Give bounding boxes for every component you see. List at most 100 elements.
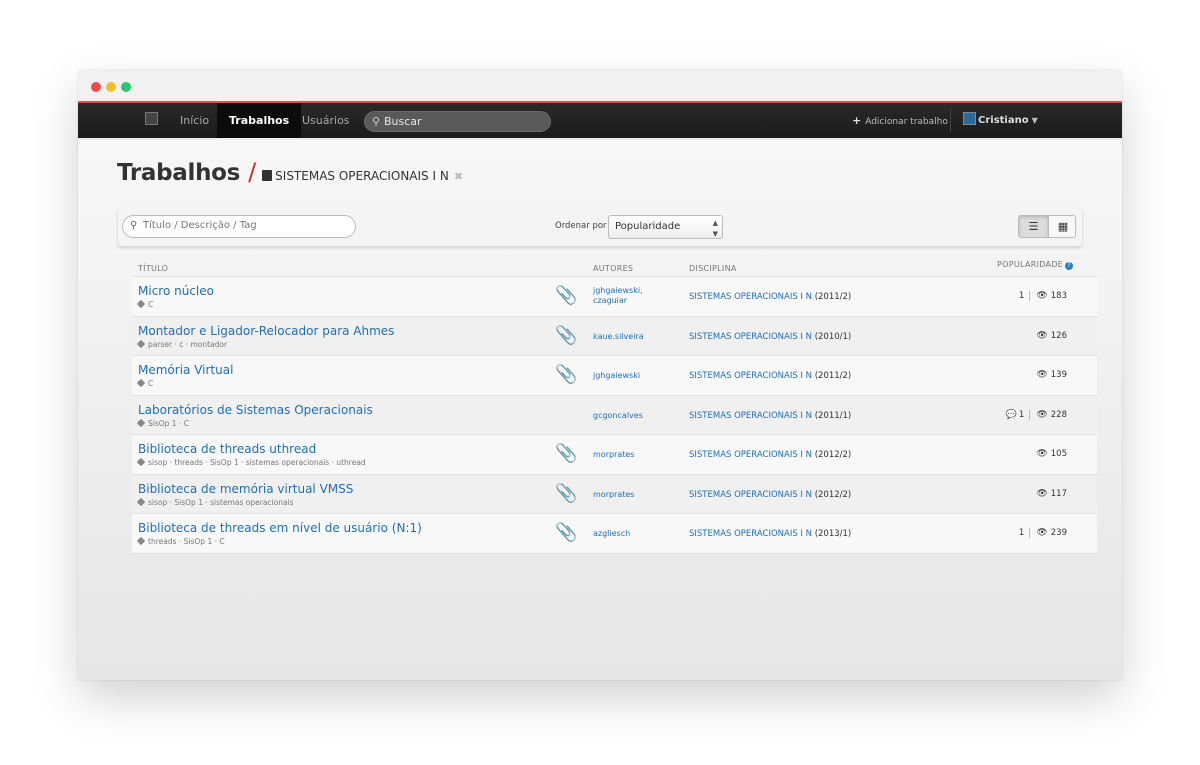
work-title-link[interactable]: Memória Virtual xyxy=(138,363,233,377)
work-discipline: SISTEMAS OPERACIONAIS I N (2012/2) xyxy=(689,490,851,500)
table-row[interactable]: Biblioteca de threads uthread sisop · thr… xyxy=(132,435,1097,475)
plus-icon: + xyxy=(852,114,862,127)
column-header-title[interactable]: TÍTULO xyxy=(138,264,168,273)
work-authors: kaue.silveira xyxy=(593,332,644,342)
work-popularity: 👁 139 xyxy=(1036,370,1067,380)
discipline-link[interactable]: SISTEMAS OPERACIONAIS I N xyxy=(689,371,812,381)
grid-view-icon[interactable]: ▦ xyxy=(1048,216,1075,237)
work-authors: morprates xyxy=(593,450,634,460)
view-toggle: ☰ ▦ xyxy=(1018,215,1076,238)
work-tags: sisop · SisOp 1 · sistemas operacionais xyxy=(136,497,294,507)
nav-item-trabalhos[interactable]: Trabalhos xyxy=(217,103,302,138)
view-count: 239 xyxy=(1050,528,1067,538)
work-tags-text[interactable]: threads · SisOp 1 · C xyxy=(148,537,225,546)
comment-icon: 💬 xyxy=(1005,409,1017,420)
eye-icon: 👁 xyxy=(1036,409,1048,420)
paperclip-icon: 📎 xyxy=(555,482,578,504)
remove-filter-icon[interactable]: ✖ xyxy=(454,170,463,183)
works-search-input[interactable] xyxy=(143,220,348,231)
table-row[interactable]: Biblioteca de threads em nível de usuári… xyxy=(132,514,1097,554)
work-tags-text[interactable]: sisop · SisOp 1 · sistemas operacionais xyxy=(148,498,294,507)
eye-icon: 👁 xyxy=(1036,370,1048,380)
nav-item-inicio[interactable]: Início xyxy=(168,103,221,138)
paperclip-icon: 📎 xyxy=(555,522,578,543)
order-select[interactable]: Popularidade ▲ ▼ xyxy=(608,215,723,239)
work-popularity: 1 👁 239 xyxy=(1019,528,1067,538)
author-link[interactable]: gcgoncalves xyxy=(593,411,643,420)
discipline-term: (2011/1) xyxy=(814,410,852,421)
discipline-link[interactable]: SISTEMAS OPERACIONAIS I N xyxy=(689,332,812,342)
user-name: Cristiano xyxy=(978,115,1029,126)
works-search-box[interactable]: ⚲ xyxy=(122,215,356,238)
work-discipline: SISTEMAS OPERACIONAIS I N (2012/2) xyxy=(689,450,851,460)
work-tags-text[interactable]: parser · c · montador xyxy=(148,340,227,349)
work-discipline: SISTEMAS OPERACIONAIS I N (2010/1) xyxy=(689,332,851,342)
discipline-link[interactable]: SISTEMAS OPERACIONAIS I N xyxy=(689,450,812,460)
main-content: Trabalhos / SISTEMAS OPERACIONAIS I N ✖ ⚲ O… xyxy=(78,140,1122,680)
discipline-term: (2012/2) xyxy=(814,489,852,500)
order-select-value: Popularidade xyxy=(615,221,681,232)
discipline-link[interactable]: SISTEMAS OPERACIONAIS I N xyxy=(689,529,812,539)
author-link[interactable]: czaguiar xyxy=(593,296,627,305)
work-discipline: SISTEMAS OPERACIONAIS I N (2013/1) xyxy=(689,529,851,539)
user-menu[interactable]: Cristiano ▼ xyxy=(963,103,1038,138)
work-title-link[interactable]: Biblioteca de threads em nível de usuári… xyxy=(138,521,422,535)
author-link[interactable]: morprates xyxy=(593,490,634,499)
nav-search-input[interactable] xyxy=(384,114,544,129)
work-tags-text[interactable]: sisop · threads · SisOp 1 · sistemas ope… xyxy=(148,458,366,467)
nav-item-usuarios[interactable]: Usuários xyxy=(290,103,362,138)
work-popularity: 👁 117 xyxy=(1036,489,1067,499)
tag-icon xyxy=(136,536,146,546)
paperclip-icon: 📎 xyxy=(555,285,578,306)
work-title-link[interactable]: Laboratórios de Sistemas Operacionais xyxy=(138,403,373,417)
nav-search-box[interactable]: ⚲ xyxy=(364,111,551,132)
eye-icon: 👁 xyxy=(1036,291,1048,301)
book-icon xyxy=(262,170,273,181)
discipline-link[interactable]: SISTEMAS OPERACIONAIS I N xyxy=(689,411,812,421)
works-table: TÍTULO AUTORES DISCIPLINA POPULARIDADE? … xyxy=(132,260,1097,554)
work-title-link[interactable]: Micro núcleo xyxy=(138,284,214,298)
list-view-icon[interactable]: ☰ xyxy=(1019,216,1048,237)
table-row[interactable]: Biblioteca de memória virtual VMSS sisop … xyxy=(132,474,1097,514)
add-work-button[interactable]: + Adicionar trabalho xyxy=(852,103,948,138)
close-window-button[interactable] xyxy=(91,82,101,92)
work-discipline: SISTEMAS OPERACIONAIS I N (2011/1) xyxy=(689,411,851,421)
table-row[interactable]: Laboratórios de Sistemas Operacionais Sis… xyxy=(132,395,1097,435)
tag-icon xyxy=(136,378,146,388)
column-header-popularity[interactable]: POPULARIDADE? xyxy=(997,260,1074,270)
tag-icon xyxy=(136,418,146,427)
table-row[interactable]: Micro núcleo C 📎 jghgaiewski, czaguiar SISTEM… xyxy=(132,277,1097,317)
author-link[interactable]: morprates xyxy=(593,450,634,459)
minimize-window-button[interactable] xyxy=(106,82,116,92)
work-authors: gcgoncalves xyxy=(593,411,643,421)
work-title-link[interactable]: Biblioteca de memória virtual VMSS xyxy=(138,482,353,496)
tag-icon xyxy=(136,457,146,467)
eye-icon: 👁 xyxy=(1036,449,1048,459)
work-authors: morprates xyxy=(593,490,634,500)
author-link[interactable]: jghgaiewski, xyxy=(593,286,643,295)
work-discipline: SISTEMAS OPERACIONAIS I N (2011/2) xyxy=(689,292,851,302)
like-count: 1 xyxy=(1019,291,1031,301)
table-row[interactable]: Montador e Ligador-Relocador para Ahmes p… xyxy=(132,316,1097,356)
maximize-window-button[interactable] xyxy=(121,82,131,92)
author-link[interactable]: kaue.silveira xyxy=(593,332,644,341)
discipline-link[interactable]: SISTEMAS OPERACIONAIS I N xyxy=(689,490,812,500)
order-label: Ordenar por xyxy=(555,221,607,231)
work-tags-text[interactable]: C xyxy=(148,300,153,309)
window-titlebar xyxy=(78,70,1122,103)
discipline-link[interactable]: SISTEMAS OPERACIONAIS I N xyxy=(689,292,812,302)
work-tags: parser · c · montador xyxy=(136,339,227,349)
logo-icon[interactable] xyxy=(145,112,158,125)
help-icon[interactable]: ? xyxy=(1065,262,1074,270)
work-title-link[interactable]: Montador e Ligador-Relocador para Ahmes xyxy=(138,324,394,338)
table-row[interactable]: Memória Virtual C 📎 jghgaiewski SISTEMAS OPE… xyxy=(132,356,1097,396)
view-count: 183 xyxy=(1050,291,1067,301)
view-count: 139 xyxy=(1050,370,1067,380)
view-count: 228 xyxy=(1050,409,1067,420)
work-tags-text[interactable]: C xyxy=(148,379,153,388)
author-link[interactable]: azgliesch xyxy=(593,529,630,538)
author-link[interactable]: jghgaiewski xyxy=(593,371,640,380)
work-title-link[interactable]: Biblioteca de threads uthread xyxy=(138,442,316,456)
discipline-term: (2013/1) xyxy=(814,529,852,539)
work-tags-text[interactable]: SisOp 1 · C xyxy=(148,419,189,428)
